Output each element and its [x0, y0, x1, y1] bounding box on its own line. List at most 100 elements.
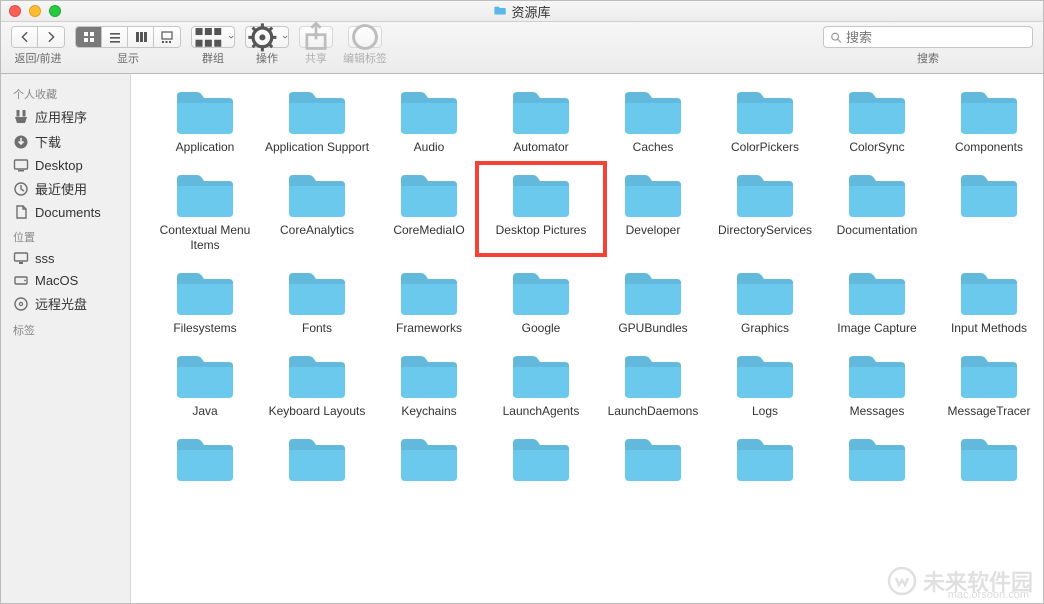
folder-item[interactable] [597, 431, 709, 502]
folder-item[interactable]: CoreMediaIO [373, 167, 485, 253]
folder-icon [957, 265, 1021, 317]
folder-item[interactable]: Keychains [373, 348, 485, 419]
folder-label: Google [522, 321, 561, 336]
back-button[interactable] [12, 27, 38, 47]
folder-item[interactable]: Logs [709, 348, 821, 419]
folder-item[interactable] [821, 431, 933, 502]
folder-icon [509, 348, 573, 400]
folder-item[interactable] [933, 431, 1043, 502]
sidebar-item[interactable]: Documents [1, 201, 130, 223]
share-button[interactable] [299, 26, 333, 48]
folder-item[interactable]: Messages [821, 348, 933, 419]
folder-item[interactable]: Developer [597, 167, 709, 253]
folder-item[interactable]: MessageTracer [933, 348, 1043, 419]
folder-label: LaunchAgents [503, 404, 580, 419]
close-button[interactable] [9, 5, 21, 17]
folder-item[interactable]: Fonts [261, 265, 373, 336]
folder-item[interactable]: Frameworks [373, 265, 485, 336]
sidebar-item[interactable]: sss [1, 247, 130, 269]
view-group: 显示 [75, 26, 181, 66]
folder-item[interactable] [709, 431, 821, 502]
group-group: 群组 [191, 26, 235, 66]
folder-item[interactable]: Application [149, 84, 261, 155]
tag-icon [349, 21, 381, 53]
search-field[interactable] [823, 26, 1033, 48]
folder-icon [733, 167, 797, 219]
folder-item[interactable]: LaunchDaemons [597, 348, 709, 419]
forward-button[interactable] [38, 27, 64, 47]
folder-icon [173, 84, 237, 136]
folder-item[interactable] [933, 167, 1043, 253]
folder-icon [397, 84, 461, 136]
folder-item[interactable]: Image Capture [821, 265, 933, 336]
download-icon [13, 134, 29, 150]
share-icon [300, 21, 332, 53]
minimize-button[interactable] [29, 5, 41, 17]
doc-icon [13, 204, 29, 220]
folder-item[interactable]: ColorSync [821, 84, 933, 155]
sidebar-item[interactable]: 应用程序 [1, 104, 130, 129]
folder-icon [621, 431, 685, 483]
folder-item[interactable]: Application Support [261, 84, 373, 155]
folder-item[interactable]: ColorPickers [709, 84, 821, 155]
sidebar-item-label: MacOS [35, 273, 78, 288]
folder-item[interactable]: DirectoryServices [709, 167, 821, 253]
folder-item[interactable]: Google [485, 265, 597, 336]
folder-label: Filesystems [173, 321, 236, 336]
search-input[interactable] [846, 30, 1026, 45]
folder-icon [397, 167, 461, 219]
maximize-button[interactable] [49, 5, 61, 17]
folder-item[interactable]: Graphics [709, 265, 821, 336]
desktop-icon [13, 157, 29, 173]
group-button[interactable] [191, 26, 235, 48]
folder-item[interactable] [485, 431, 597, 502]
folder-label: Keychains [401, 404, 456, 419]
folder-item[interactable]: Audio [373, 84, 485, 155]
folder-item[interactable] [261, 431, 373, 502]
view-list-button[interactable] [102, 27, 128, 47]
search-label: 搜索 [917, 50, 939, 66]
sidebar-item[interactable]: MacOS [1, 269, 130, 291]
folder-item[interactable]: LaunchAgents [485, 348, 597, 419]
folder-item[interactable]: Contextual Menu Items [149, 167, 261, 253]
folder-item[interactable]: Java [149, 348, 261, 419]
folder-item[interactable]: Filesystems [149, 265, 261, 336]
folder-icon [845, 348, 909, 400]
view-gallery-button[interactable] [154, 27, 180, 47]
folder-icon [845, 265, 909, 317]
folder-icon [733, 84, 797, 136]
folder-icon [733, 431, 797, 483]
folder-item[interactable]: GPUBundles [597, 265, 709, 336]
folder-icon [845, 84, 909, 136]
folder-icon [621, 167, 685, 219]
folder-label: Image Capture [837, 321, 916, 336]
view-icons-button[interactable] [76, 27, 102, 47]
folder-icon [493, 4, 507, 18]
folder-item[interactable]: Documentation [821, 167, 933, 253]
folder-label: DirectoryServices [718, 223, 812, 238]
sidebar-item-label: 最近使用 [35, 179, 87, 198]
folder-icon [845, 431, 909, 483]
action-button[interactable] [245, 26, 289, 48]
folder-item[interactable]: Caches [597, 84, 709, 155]
folder-label: Fonts [302, 321, 332, 336]
folder-icon [285, 431, 349, 483]
folder-item[interactable]: Automator [485, 84, 597, 155]
folder-item[interactable] [373, 431, 485, 502]
sidebar-item[interactable]: 远程光盘 [1, 291, 130, 316]
folder-item[interactable]: Input Methods [933, 265, 1043, 336]
sidebar-item[interactable]: 最近使用 [1, 176, 130, 201]
nav-group: 返回/前进 [11, 26, 65, 66]
sidebar-item[interactable]: Desktop [1, 154, 130, 176]
folder-item[interactable]: Keyboard Layouts [261, 348, 373, 419]
folder-item[interactable] [149, 431, 261, 502]
folder-item[interactable]: Components [933, 84, 1043, 155]
folder-label: Documentation [837, 223, 918, 238]
sidebar-item[interactable]: 下载 [1, 129, 130, 154]
folder-item[interactable]: Desktop Pictures [485, 167, 597, 253]
watermark-icon [887, 566, 917, 596]
view-columns-button[interactable] [128, 27, 154, 47]
folder-item[interactable]: CoreAnalytics [261, 167, 373, 253]
folder-icon [733, 348, 797, 400]
edit-tags-button[interactable] [348, 26, 382, 48]
